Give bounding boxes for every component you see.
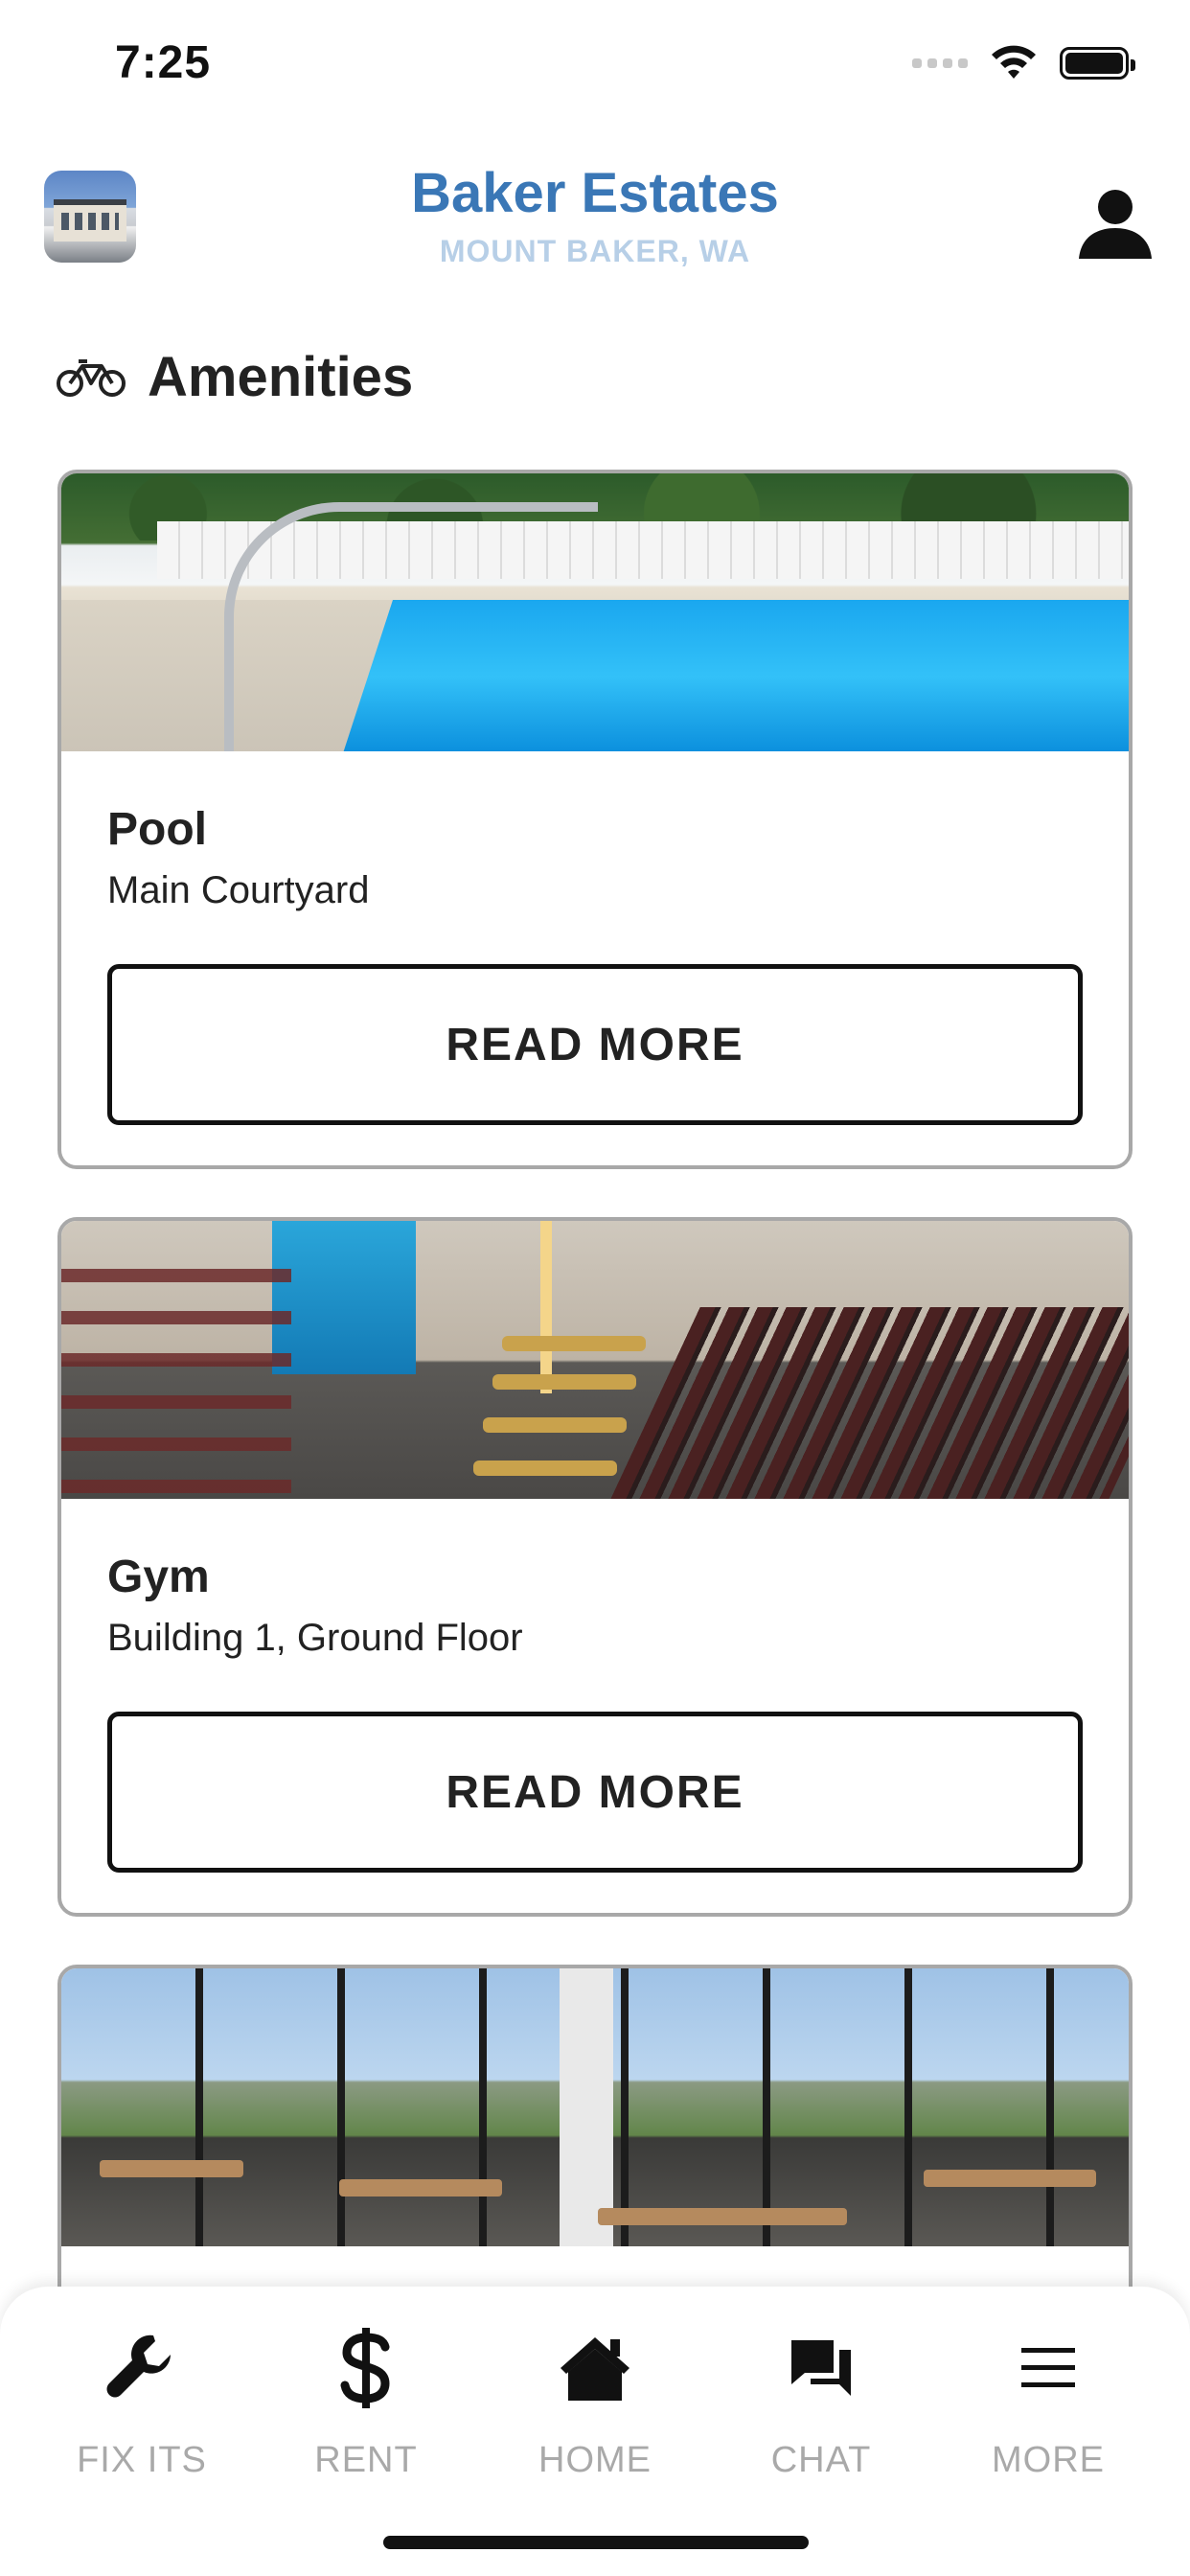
app-header: Baker Estates MOUNT BAKER, WA [0,153,1190,278]
nav-label: HOME [538,2440,652,2480]
amenity-title: Gym [107,1552,210,1602]
pool-image [61,473,1129,751]
nav-home[interactable]: HOME [499,2325,691,2481]
home-indicator [383,2536,809,2549]
read-more-button[interactable]: READ MORE [107,964,1083,1125]
nav-chat[interactable]: CHAT [725,2325,917,2481]
property-location: MOUNT BAKER, WA [439,234,751,268]
nav-label: MORE [992,2440,1105,2480]
nav-label: CHAT [770,2440,872,2480]
nav-label: FIX ITS [77,2440,207,2480]
gym-image [61,1221,1129,1499]
profile-icon[interactable] [1077,184,1154,261]
bicycle-icon [57,358,126,397]
section-title: Amenities [148,346,414,408]
home-icon [561,2337,629,2401]
wifi-icon [992,45,1036,79]
status-time: 7:25 [115,37,212,88]
read-more-button[interactable]: READ MORE [107,1712,1083,1873]
property-title: Baker Estates [411,162,779,224]
status-bar: 7:25 [0,0,1190,134]
menu-icon [1021,2348,1075,2387]
battery-icon [1060,47,1135,80]
bottom-nav: FIX ITS RENT HOME CHAT MORE [0,2287,1190,2576]
amenity-card-pool[interactable]: Pool Main Courtyard READ MORE [57,470,1133,1169]
amenity-location: Building 1, Ground Floor [107,1617,523,1659]
nav-rent[interactable]: RENT [270,2325,462,2481]
status-icons [912,44,1135,82]
amenity-title: Pool [107,804,207,855]
nav-more[interactable]: MORE [952,2325,1144,2481]
dollar-icon [340,2328,390,2408]
wrench-icon [106,2334,171,2398]
amenity-location: Main Courtyard [107,869,370,911]
nav-label: RENT [314,2440,418,2480]
amenity-card-gym[interactable]: Gym Building 1, Ground Floor READ MORE [57,1217,1133,1917]
chat-icon [791,2340,851,2396]
signal-icon [912,58,968,68]
dining-image [61,1968,1129,2246]
amenities-heading: Amenities [56,345,413,409]
nav-fix-its[interactable]: FIX ITS [46,2325,238,2481]
